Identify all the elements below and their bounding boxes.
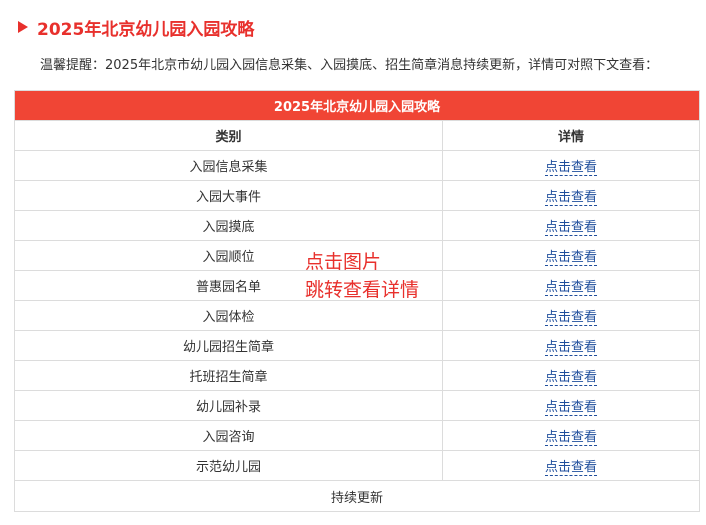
page-title: 2025年北京幼儿园入园攻略 bbox=[37, 19, 255, 40]
row-category: 入园体检 bbox=[14, 300, 443, 331]
details-link[interactable]: 点击查看 bbox=[544, 190, 597, 206]
row-category: 入园大事件 bbox=[14, 180, 443, 211]
row-details-cell: 点击查看 bbox=[442, 240, 700, 271]
row-category: 入园信息采集 bbox=[14, 150, 443, 181]
table-row: 入园大事件 点击查看 bbox=[14, 180, 700, 211]
table-row: 普惠园名单 点击查看 bbox=[14, 270, 700, 301]
row-details-cell: 点击查看 bbox=[442, 210, 700, 241]
table-row: 入园信息采集 点击查看 bbox=[14, 150, 700, 181]
row-category: 入园摸底 bbox=[14, 210, 443, 241]
details-link[interactable]: 点击查看 bbox=[544, 220, 597, 236]
table-row: 托班招生简章 点击查看 bbox=[14, 360, 700, 391]
details-link[interactable]: 点击查看 bbox=[544, 460, 597, 476]
table-caption: 2025年北京幼儿园入园攻略 bbox=[14, 90, 700, 121]
row-details-cell: 点击查看 bbox=[442, 180, 700, 211]
row-category: 托班招生简章 bbox=[14, 360, 443, 391]
table-row: 入园咨询 点击查看 bbox=[14, 420, 700, 451]
details-link[interactable]: 点击查看 bbox=[544, 340, 597, 356]
table-footer: 持续更新 bbox=[14, 480, 700, 512]
table-footer-row: 持续更新 bbox=[14, 480, 700, 512]
row-details-cell: 点击查看 bbox=[442, 270, 700, 301]
row-category: 幼儿园招生简章 bbox=[14, 330, 443, 361]
table-caption-row: 2025年北京幼儿园入园攻略 bbox=[14, 90, 700, 121]
row-category: 入园顺位 bbox=[14, 240, 443, 271]
row-category: 示范幼儿园 bbox=[14, 450, 443, 481]
details-link[interactable]: 点击查看 bbox=[544, 430, 597, 446]
details-link[interactable]: 点击查看 bbox=[544, 370, 597, 386]
guide-table: 2025年北京幼儿园入园攻略 类别 详情 入园信息采集 点击查看 入园大事件 点… bbox=[14, 90, 700, 512]
table-row: 入园摸底 点击查看 bbox=[14, 210, 700, 241]
row-details-cell: 点击查看 bbox=[442, 360, 700, 391]
column-header-category: 类别 bbox=[14, 120, 443, 151]
table-row: 入园顺位 点击查看 bbox=[14, 240, 700, 271]
details-link[interactable]: 点击查看 bbox=[544, 160, 597, 176]
row-details-cell: 点击查看 bbox=[442, 390, 700, 421]
row-details-cell: 点击查看 bbox=[442, 420, 700, 451]
table-row: 示范幼儿园 点击查看 bbox=[14, 450, 700, 481]
row-details-cell: 点击查看 bbox=[442, 450, 700, 481]
details-link[interactable]: 点击查看 bbox=[544, 280, 597, 296]
table-header-row: 类别 详情 bbox=[14, 120, 700, 151]
row-details-cell: 点击查看 bbox=[442, 150, 700, 181]
details-link[interactable]: 点击查看 bbox=[544, 400, 597, 416]
table-row: 入园体检 点击查看 bbox=[14, 300, 700, 331]
details-link[interactable]: 点击查看 bbox=[544, 250, 597, 266]
notice-text: 温馨提醒：2025年北京市幼儿园入园信息采集、入园摸底、招生简章消息持续更新，详… bbox=[40, 58, 659, 73]
row-category: 普惠园名单 bbox=[14, 270, 443, 301]
section-heading: 2025年北京幼儿园入园攻略 bbox=[18, 14, 254, 40]
table-row: 幼儿园补录 点击查看 bbox=[14, 390, 700, 421]
row-details-cell: 点击查看 bbox=[442, 300, 700, 331]
row-category: 幼儿园补录 bbox=[14, 390, 443, 421]
details-link[interactable]: 点击查看 bbox=[544, 310, 597, 326]
column-header-details: 详情 bbox=[442, 120, 700, 151]
row-details-cell: 点击查看 bbox=[442, 330, 700, 361]
row-category: 入园咨询 bbox=[14, 420, 443, 451]
triangle-right-icon bbox=[18, 21, 28, 33]
table-row: 幼儿园招生简章 点击查看 bbox=[14, 330, 700, 361]
